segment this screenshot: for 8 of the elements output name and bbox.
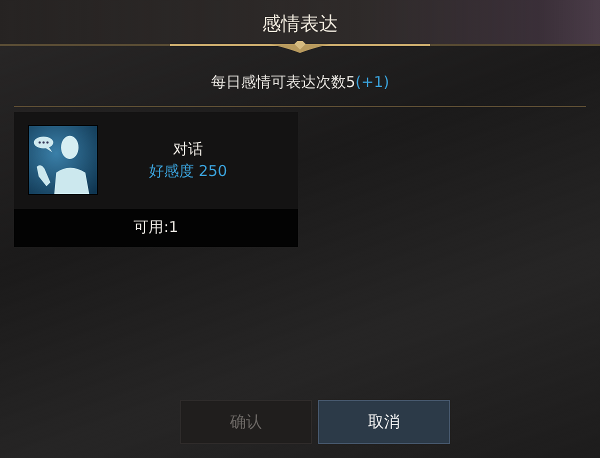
dialog-button[interactable]: 取消 — [318, 400, 450, 444]
emote-name: 对话 — [173, 138, 203, 160]
emote-card[interactable]: 对话 好感度 250 可用:1 — [14, 112, 298, 246]
daily-count-text: 每日感情可表达次数5(+1) — [210, 72, 390, 93]
person-speaking-icon — [28, 125, 98, 195]
affinity-text: 好感度 250 — [148, 161, 228, 182]
window-title: 感情表达 — [262, 12, 338, 37]
available-count: 可用:1 — [134, 217, 178, 238]
